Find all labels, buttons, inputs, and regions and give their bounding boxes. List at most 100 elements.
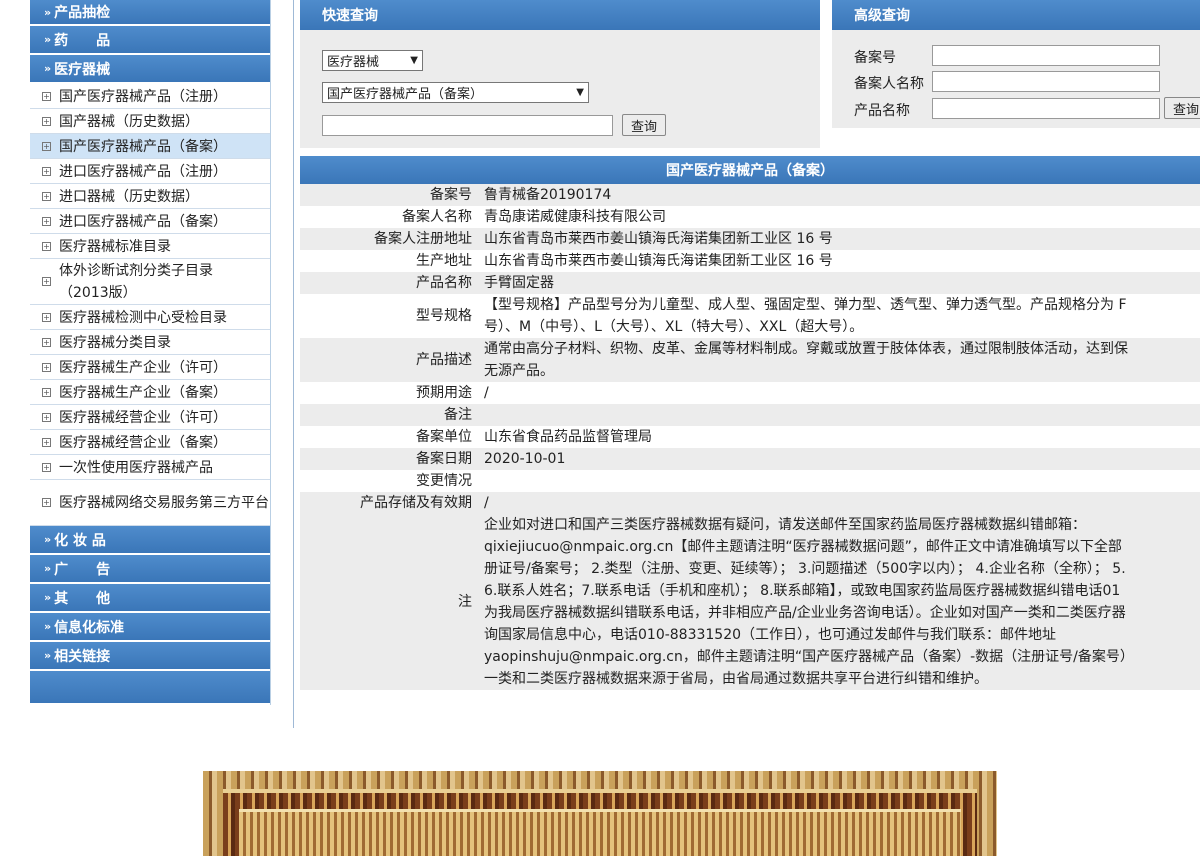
detail-label: 备案人注册地址	[374, 231, 472, 247]
sidebar-category-other[interactable]: » 其 他	[30, 584, 270, 611]
detail-value: 鲁青械备20190174	[484, 187, 612, 203]
database-select[interactable]: 国产医疗器械产品（备案） ▼	[322, 82, 589, 103]
sidebar-item-dealer-license[interactable]: + 医疗器械经营企业（许可）	[30, 405, 270, 430]
sidebar-item-online-platform[interactable]: + 医疗器械网络交易服务第三方平台	[30, 480, 270, 526]
sidebar-item-label: 国产医疗器械产品（备案）	[59, 139, 227, 155]
expand-icon: +	[42, 362, 51, 372]
sidebar-item-producer-filed[interactable]: + 医疗器械生产企业（备案）	[30, 380, 270, 405]
sidebar-category-it-standards[interactable]: » 信息化标准	[30, 613, 270, 640]
sidebar-item-domestic-history[interactable]: + 国产器械（历史数据）	[30, 109, 270, 134]
sidebar-item-producer-license[interactable]: + 医疗器械生产企业（许可）	[30, 355, 270, 380]
sidebar-item-label: 医疗器械分类目录	[59, 335, 171, 351]
chevron-down-icon: ▼	[410, 55, 418, 66]
sidebar-category-links[interactable]: » 相关链接	[30, 642, 270, 669]
expand-icon: +	[42, 412, 51, 422]
detail-label: 备案日期	[416, 451, 472, 467]
sidebar-item-import-history[interactable]: + 进口器械（历史数据）	[30, 184, 270, 209]
detail-row-note: 注企业如对进口和国产三类医疗器械数据有疑问，请发送邮件至国家药监局医疗器械数据纠…	[300, 514, 1200, 690]
sidebar-item-ivd-catalog[interactable]: + 体外诊断试剂分类子目录（2013版）	[30, 259, 270, 305]
detail-value: 2020-10-01	[484, 451, 566, 467]
sidebar-item-label: 进口医疗器械产品（注册）	[59, 164, 227, 180]
detail-value	[480, 404, 1200, 426]
ornate-frame-image	[203, 771, 997, 856]
expand-icon: +	[42, 116, 51, 126]
sidebar-item-label: 国产器械（历史数据）	[59, 114, 199, 130]
detail-value	[480, 470, 1200, 492]
double-chevron-right-icon: »	[44, 649, 52, 662]
sidebar-category-ads[interactable]: » 广 告	[30, 555, 270, 582]
advanced-search-button[interactable]: 查询	[1164, 97, 1200, 119]
sidebar-item-label: 医疗器械检测中心受检目录	[59, 310, 227, 326]
double-chevron-right-icon: »	[44, 591, 52, 604]
detail-value: /	[484, 495, 489, 511]
detail-label: 产品存储及有效期	[360, 495, 472, 511]
detail-label: 生产地址	[416, 253, 472, 269]
sidebar-category-drugs[interactable]: » 药 品	[30, 26, 270, 53]
sidebar-item-label: 国产医疗器械产品（注册）	[59, 89, 227, 105]
detail-value: 山东省青岛市莱西市姜山镇海氏海诺集团新工业区 16 号	[484, 231, 833, 247]
sidebar-item-label: 医疗器械经营企业（备案）	[59, 435, 227, 451]
detail-label: 备案号	[430, 187, 472, 203]
expand-icon: +	[42, 462, 51, 472]
sidebar-item-standards[interactable]: + 医疗器械标准目录	[30, 234, 270, 259]
expand-icon: +	[42, 312, 51, 322]
sidebar-item-label: 进口器械（历史数据）	[59, 189, 199, 205]
sidebar-item-disposable[interactable]: + 一次性使用医疗器械产品	[30, 455, 270, 480]
sidebar-item-label: 医疗器械生产企业（备案）	[59, 385, 227, 401]
detail-row-filing-date: 备案日期 2020-10-01	[300, 448, 1200, 470]
category-select-value: 医疗器械	[327, 55, 380, 70]
expand-icon: +	[42, 166, 51, 176]
detail-row-filing-number: 备案号 鲁青械备20190174	[300, 184, 1200, 206]
sidebar-category-label: 相关链接	[54, 648, 111, 665]
detail-label: 预期用途	[416, 385, 472, 401]
sidebar-item-domestic-registered[interactable]: + 国产医疗器械产品（注册）	[30, 84, 270, 109]
detail-row-remarks: 备注	[300, 404, 1200, 426]
expand-icon: +	[42, 141, 51, 151]
detail-label: 备注	[444, 407, 472, 423]
sidebar-category-medical-devices[interactable]: » 医疗器械	[30, 55, 270, 82]
detail-value: 手臂固定器	[484, 275, 554, 291]
filing-number-input[interactable]	[932, 45, 1160, 66]
sidebar-category-product-sampling[interactable]: » 产品抽检	[30, 0, 270, 24]
sidebar-item-domestic-filed[interactable]: + 国产医疗器械产品（备案）	[30, 134, 270, 159]
double-chevron-right-icon: »	[44, 33, 52, 46]
sidebar: » 产品抽检 » 药 品 » 医疗器械 + 国产医疗器械产品（注册） + 国产器械（历史数…	[30, 0, 271, 705]
quick-search-input[interactable]	[322, 115, 613, 136]
detail-row-model-spec: 型号规格 【型号规格】产品型号分为儿童型、成人型、强固定型、弹力型、透气型、弹力透…	[300, 294, 1200, 338]
sidebar-item-classification[interactable]: + 医疗器械分类目录	[30, 330, 270, 355]
filer-name-input[interactable]	[932, 71, 1160, 92]
expand-icon: +	[42, 437, 51, 447]
double-chevron-right-icon: »	[44, 62, 52, 75]
detail-title: 国产医疗器械产品（备案）	[300, 156, 1200, 184]
expand-icon: +	[42, 241, 51, 251]
category-select[interactable]: 医疗器械 ▼	[322, 50, 423, 71]
sidebar-item-label: 医疗器械网络交易服务第三方平台	[59, 494, 269, 511]
sidebar-category-label: 药 品	[54, 32, 111, 49]
expand-icon: +	[42, 498, 51, 507]
sidebar-item-import-filed[interactable]: + 进口医疗器械产品（备案）	[30, 209, 270, 234]
advanced-query-title: 高级查询	[832, 0, 1200, 30]
detail-table: 国产医疗器械产品（备案） 备案号 鲁青械备20190174 备案人名称 青岛康诺威健…	[300, 156, 1200, 696]
detail-row-production-address: 生产地址 山东省青岛市莱西市姜山镇海氏海诺集团新工业区 16 号	[300, 250, 1200, 272]
expand-icon: +	[42, 277, 51, 286]
sidebar-item-label: 医疗器械生产企业（许可）	[59, 360, 227, 376]
frame-inner-border-2	[239, 809, 961, 856]
filing-number-label: 备案号	[854, 50, 896, 66]
sidebar-category-label: 医疗器械	[54, 61, 111, 78]
detail-row-filing-unit: 备案单位 山东省食品药品监督管理局	[300, 426, 1200, 448]
sidebar-item-label: 一次性使用医疗器械产品	[59, 460, 213, 476]
sidebar-item-dealer-filed[interactable]: + 医疗器械经营企业（备案）	[30, 430, 270, 455]
product-name-input[interactable]	[932, 98, 1160, 119]
expand-icon: +	[42, 337, 51, 347]
sidebar-category-cosmetics[interactable]: » 化 妆 品	[30, 526, 270, 553]
detail-value: 山东省食品药品监督管理局	[484, 429, 652, 445]
quick-search-button[interactable]: 查询	[622, 114, 666, 136]
sidebar-item-import-registered[interactable]: + 进口医疗器械产品（注册）	[30, 159, 270, 184]
detail-value: 企业如对进口和国产三类医疗器械数据有疑问，请发送邮件至国家药监局医疗器械数据纠错…	[484, 517, 1134, 687]
sidebar-item-label: 体外诊断试剂分类子目录（2013版）	[59, 262, 213, 301]
sidebar-item-test-center[interactable]: + 医疗器械检测中心受检目录	[30, 305, 270, 330]
expand-icon: +	[42, 387, 51, 397]
detail-label: 注	[458, 594, 472, 610]
sidebar-category-label: 信息化标准	[54, 619, 125, 636]
quick-query-panel: 快速查询 医疗器械 ▼ 国产医疗器械产品（备案） ▼ 查询	[300, 0, 820, 148]
